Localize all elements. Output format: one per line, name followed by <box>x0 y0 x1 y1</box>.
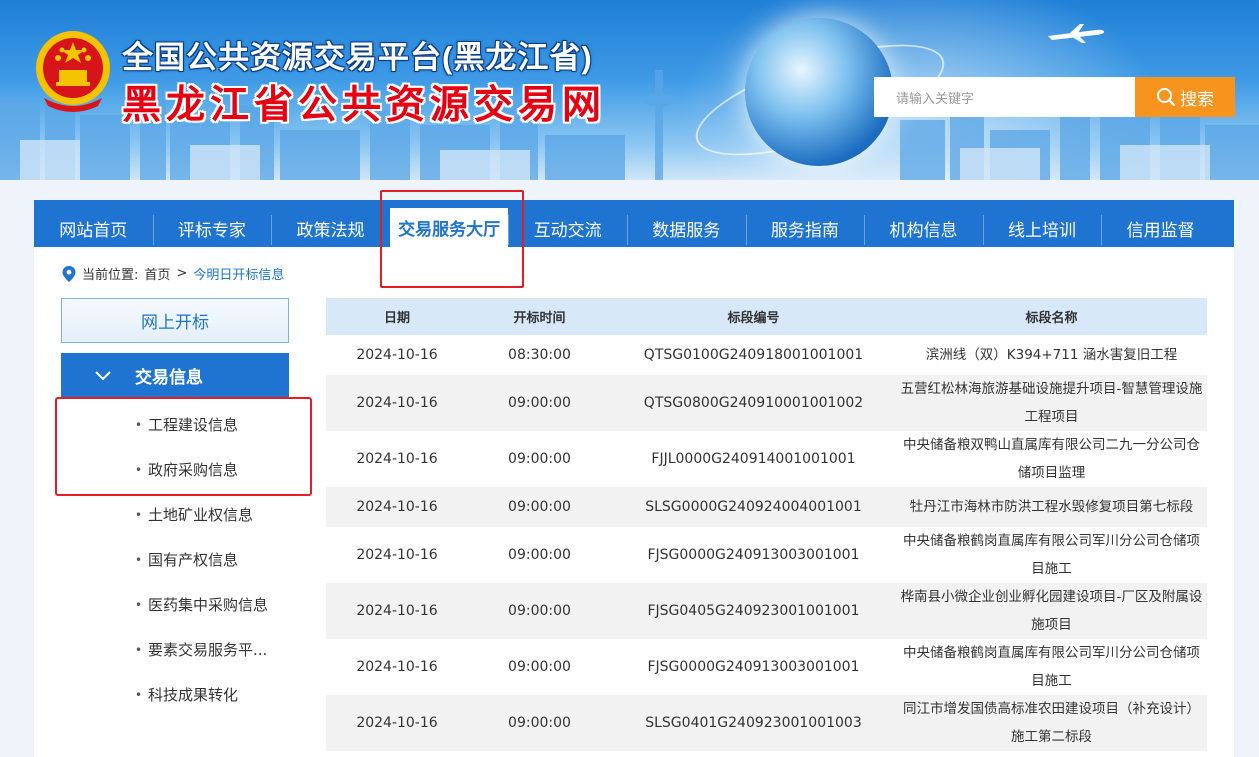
national-emblem-icon <box>36 31 110 112</box>
column-header-date: 日期 <box>383 311 410 326</box>
cell-time: 09:00:00 <box>508 547 571 563</box>
sidebar-item-label: 政府采购信息 <box>148 461 239 479</box>
sidebar-item-engineering[interactable]: 工程建设信息 <box>61 402 289 447</box>
breadcrumb-prefix: 当前位置: <box>82 268 139 283</box>
sidebar-item-label: 科技成果转化 <box>148 686 239 704</box>
search-placeholder: 请输入关键字 <box>896 91 975 107</box>
sidebar-item-state-property[interactable]: 国有产权信息 <box>61 537 289 582</box>
sidebar-item-medical-procurement[interactable]: 医药集中采购信息 <box>61 582 289 627</box>
cell-code: FJSG0405G240923001001001 <box>647 603 860 619</box>
bid-opening-table: 日期 开标时间 标段编号 标段名称 2024-10-16 08:30:00 QT… <box>326 298 1207 751</box>
sidebar-item-land-mining[interactable]: 土地矿业权信息 <box>61 492 289 537</box>
cell-code: FJJL0000G240914001001001 <box>651 451 856 467</box>
cell-code: SLSG0401G240923001001003 <box>645 715 862 731</box>
location-pin-icon <box>62 265 76 282</box>
breadcrumb-separator: > <box>176 266 188 281</box>
cell-name-link[interactable]: 滨洲线（双）K394+711 涵水害复旧工程 <box>896 335 1207 375</box>
chevron-down-icon <box>95 370 111 380</box>
main-nav: 网站首页 评标专家 政策法规 交易服务大厅 互动交流 数据服务 服务指南 机构信… <box>34 200 1234 247</box>
nav-item-institutions[interactable]: 机构信息 <box>864 200 983 247</box>
online-bid-opening-button[interactable]: 网上开标 <box>61 298 289 343</box>
cell-name-link[interactable]: 中央储备粮鹤岗直属库有限公司军川分公司仓储项目施工 <box>896 639 1207 695</box>
cell-code: QTSG0100G240918001001001 <box>643 347 864 363</box>
table-row: 2024-10-16 09:00:00 SLSG0401G24092300100… <box>326 695 1207 751</box>
airplane-icon <box>1048 24 1104 43</box>
cell-date: 2024-10-16 <box>356 715 438 731</box>
sidebar-item-factor-trading[interactable]: 要素交易服务平... <box>61 627 289 672</box>
trading-info-section-title: 交易信息 <box>135 368 203 388</box>
cell-date: 2024-10-16 <box>356 451 438 467</box>
table-row: 2024-10-16 09:00:00 SLSG0000G24092400400… <box>326 487 1207 527</box>
cell-time: 09:00:00 <box>508 451 571 467</box>
sidebar-item-label: 医药集中采购信息 <box>148 596 269 614</box>
cell-name-link[interactable]: 中央储备粮双鸭山直属库有限公司二九一分公司仓储项目监理 <box>896 431 1207 487</box>
breadcrumb: 当前位置: 首页 > 今明日开标信息 <box>62 264 284 283</box>
nav-item-home[interactable]: 网站首页 <box>34 200 153 247</box>
breadcrumb-home-link[interactable]: 首页 <box>144 264 170 283</box>
sidebar-item-label: 工程建设信息 <box>148 416 239 434</box>
nav-item-service-guide[interactable]: 服务指南 <box>745 200 865 247</box>
nav-item-online-training[interactable]: 线上培训 <box>982 200 1102 247</box>
cell-date: 2024-10-16 <box>356 547 438 563</box>
cell-time: 09:00:00 <box>508 395 571 411</box>
table-header-row: 日期 开标时间 标段编号 标段名称 <box>326 298 1207 335</box>
breadcrumb-current[interactable]: 今明日开标信息 <box>193 264 284 283</box>
header-banner: 全国公共资源交易平台(黑龙江省) 黑龙江省公共资源交易网 请输入关键字 搜索 <box>0 0 1259 180</box>
cell-code: FJSG0000G240913003001001 <box>647 659 860 675</box>
cell-name-link[interactable]: 桦南县小微企业创业孵化园建设项目-厂区及附属设施项目 <box>896 583 1207 639</box>
trading-info-section-header[interactable]: 交易信息 <box>61 353 289 398</box>
sidebar-menu: 工程建设信息 政府采购信息 土地矿业权信息 国有产权信息 医药集中采购信息 要素… <box>61 402 289 717</box>
nav-item-data-services[interactable]: 数据服务 <box>626 200 746 247</box>
nav-item-trading-hall[interactable]: 交易服务大厅 <box>389 208 509 247</box>
cell-time: 09:00:00 <box>508 659 571 675</box>
cell-time: 09:00:00 <box>508 715 571 731</box>
cell-name-link[interactable]: 中央储备粮鹤岗直属库有限公司军川分公司仓储项目施工 <box>896 527 1207 583</box>
table-row: 2024-10-16 09:00:00 FJSG0405G24092300100… <box>326 583 1207 639</box>
table-row: 2024-10-16 08:30:00 QTSG0100G24091800100… <box>326 335 1207 375</box>
site-title-national: 全国公共资源交易平台(黑龙江省) <box>122 40 593 75</box>
column-header-section-name: 标段名称 <box>1025 311 1078 326</box>
cell-name-link[interactable]: 牡丹江市海林市防洪工程水毁修复项目第七标段 <box>896 487 1207 527</box>
search-button[interactable]: 搜索 <box>1135 77 1235 117</box>
sidebar-item-tech-transfer[interactable]: 科技成果转化 <box>61 672 289 717</box>
column-header-opening-time: 开标时间 <box>513 311 566 326</box>
sidebar-item-label: 要素交易服务平... <box>148 641 268 659</box>
cell-date: 2024-10-16 <box>356 499 438 515</box>
table-row: 2024-10-16 09:00:00 FJSG0000G24091300300… <box>326 639 1207 695</box>
globe-image <box>745 18 893 166</box>
table-row: 2024-10-16 09:00:00 FJJL0000G24091400100… <box>326 431 1207 487</box>
cell-name-link[interactable]: 五营红松林海旅游基础设施提升项目-智慧管理设施工程项目 <box>896 375 1207 431</box>
table-row: 2024-10-16 09:00:00 QTSG0800G24091000100… <box>326 375 1207 431</box>
search-icon <box>1157 88 1176 107</box>
nav-item-experts[interactable]: 评标专家 <box>152 200 272 247</box>
cell-date: 2024-10-16 <box>356 347 438 363</box>
nav-item-policies[interactable]: 政策法规 <box>271 200 390 247</box>
cell-name-link[interactable]: 同江市增发国债高标准农田建设项目（补充设计）施工第二标段 <box>896 695 1207 751</box>
cell-time: 08:30:00 <box>508 347 571 363</box>
search-button-label: 搜索 <box>1180 89 1214 110</box>
search-input[interactable]: 请输入关键字 <box>874 77 1135 117</box>
cell-time: 09:00:00 <box>508 499 571 515</box>
nav-item-credit-supervision[interactable]: 信用监督 <box>1101 200 1220 247</box>
cell-code: FJSG0000G240913003001001 <box>647 547 860 563</box>
cell-date: 2024-10-16 <box>356 659 438 675</box>
nav-item-interaction[interactable]: 互动交流 <box>508 200 627 247</box>
cell-code: QTSG0800G240910001001002 <box>643 395 864 411</box>
sidebar-item-label: 国有产权信息 <box>148 551 239 569</box>
table-row: 2024-10-16 09:00:00 FJSG0000G24091300300… <box>326 527 1207 583</box>
cell-code: SLSG0000G240924004001001 <box>645 499 862 515</box>
site-title-provincial: 黑龙江省公共资源交易网 <box>122 84 607 127</box>
cell-time: 09:00:00 <box>508 603 571 619</box>
column-header-section-code: 标段编号 <box>727 311 780 326</box>
cell-date: 2024-10-16 <box>356 395 438 411</box>
sidebar-item-label: 土地矿业权信息 <box>148 506 254 524</box>
sidebar-item-government-procurement[interactable]: 政府采购信息 <box>61 447 289 492</box>
cell-date: 2024-10-16 <box>356 603 438 619</box>
